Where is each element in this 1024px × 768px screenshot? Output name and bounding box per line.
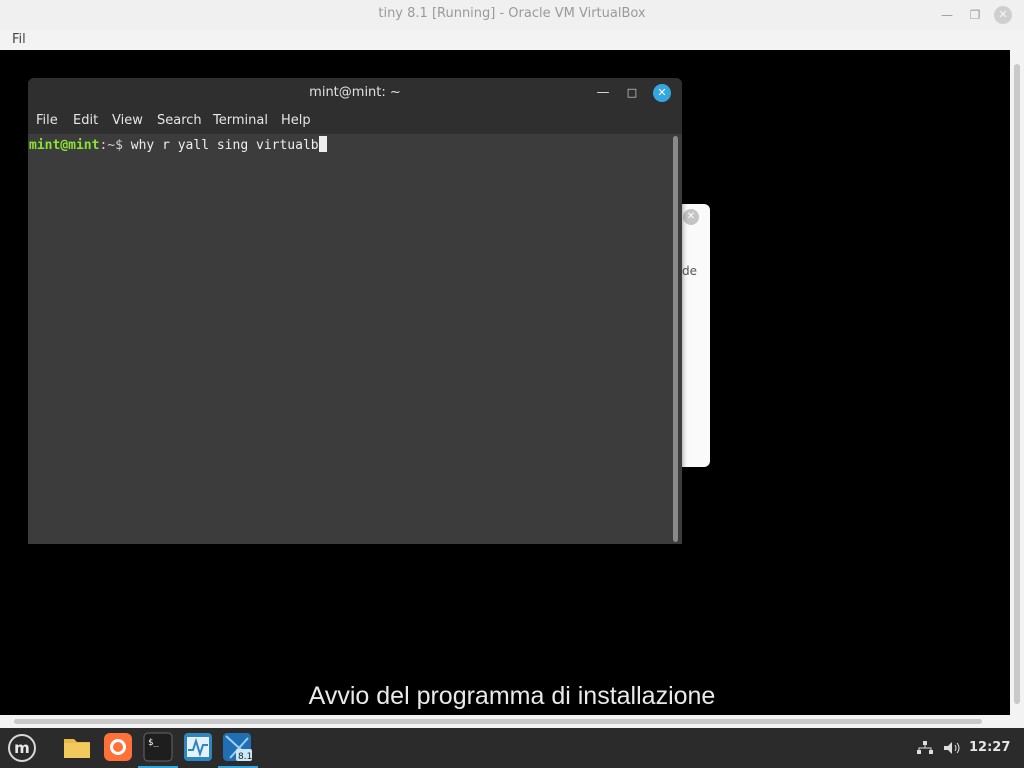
installer-subtitle: Avvio del programma di installazione [308, 682, 716, 710]
terminal-menu-file[interactable]: File [36, 113, 58, 128]
terminal-menu-search[interactable]: Search [157, 113, 202, 128]
terminal-scrollbar[interactable] [673, 136, 678, 542]
text-cursor [318, 136, 327, 152]
prompt-user: mint@mint [29, 138, 100, 153]
vm-screen[interactable]: ✕ de Avvio del programma di installazion… [0, 50, 1010, 715]
svg-text:8.1: 8.1 [238, 752, 252, 762]
terminal-titlebar[interactable]: mint@mint: ~ — □ ✕ [28, 78, 682, 108]
terminal-menu-view[interactable]: View [112, 113, 143, 128]
virtualbox-title: tiny 8.1 [Running] - Oracle VM VirtualBo… [378, 6, 646, 21]
terminal-window[interactable]: mint@mint: ~ — □ ✕ File Edit View Search… [28, 78, 682, 544]
terminal-app-icon[interactable]: $_ [143, 732, 173, 762]
terminal-title: mint@mint: ~ [309, 85, 401, 100]
file-manager-icon[interactable] [62, 732, 92, 762]
system-monitor-icon[interactable] [183, 732, 213, 762]
svg-text:$_: $_ [148, 738, 159, 748]
terminal-menu-edit[interactable]: Edit [73, 113, 98, 128]
typed-command: why r yall sing virtualb [122, 138, 319, 153]
terminal-menu-terminal[interactable]: Terminal [213, 113, 268, 128]
terminal-prompt-line: mint@mint:~$ why r yall sing virtualb [29, 136, 327, 153]
network-icon[interactable] [916, 740, 934, 760]
virtualbox-maximize-button[interactable]: ❐ [966, 6, 984, 24]
terminal-menu-help[interactable]: Help [281, 113, 311, 128]
virtualbox-horizontal-scrollbar[interactable] [0, 715, 1024, 728]
installer-close-button[interactable]: ✕ [683, 209, 699, 225]
prompt-path: ~$ [107, 138, 123, 153]
terminal-close-button[interactable]: ✕ [653, 84, 671, 102]
virtualbox-vertical-scrollbar[interactable] [1010, 50, 1024, 715]
virtualbox-menubar: Fil [0, 30, 1024, 50]
virtualbox-vertical-scroll-thumb[interactable] [1014, 64, 1020, 704]
virtualbox-close-button[interactable]: ✕ [994, 6, 1012, 24]
taskbar: m $_ 8.1 12:27 [0, 728, 1024, 768]
terminal-maximize-button[interactable]: □ [623, 84, 641, 102]
clock[interactable]: 12:27 [969, 740, 1010, 755]
virtualbox-titlebar: tiny 8.1 [Running] - Oracle VM VirtualBo… [0, 0, 1024, 30]
virtualbox-horizontal-scroll-thumb[interactable] [14, 719, 982, 724]
virtualbox-vm-icon[interactable]: 8.1 [222, 732, 252, 762]
mint-menu-icon[interactable]: m [8, 734, 36, 762]
terminal-output[interactable]: mint@mint:~$ why r yall sing virtualb [28, 134, 670, 544]
virtualbox-minimize-button[interactable]: — [938, 6, 956, 24]
firefox-icon[interactable] [103, 732, 133, 762]
terminal-menubar: File Edit View Search Terminal Help [28, 108, 682, 134]
installer-partial-text: de [682, 264, 697, 278]
volume-icon[interactable] [942, 740, 962, 760]
virtualbox-menu-file[interactable]: Fil [12, 32, 26, 47]
terminal-minimize-button[interactable]: — [594, 84, 612, 102]
